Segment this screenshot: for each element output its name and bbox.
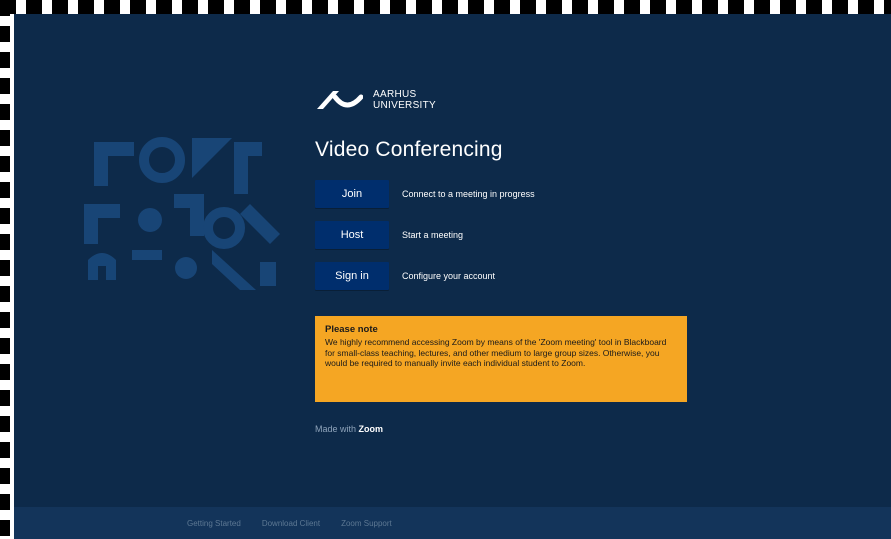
logo-line-2: UNIVERSITY (373, 100, 437, 111)
main-content: AARHUS UNIVERSITY Video Conferencing Joi… (315, 80, 715, 291)
dashed-border-left (0, 0, 10, 539)
action-row-host: Host Start a meeting (315, 220, 715, 250)
action-row-join: Join Connect to a meeting in progress (315, 179, 715, 209)
action-row-sign-in: Sign in Configure your account (315, 261, 715, 291)
join-description: Connect to a meeting in progress (402, 189, 535, 199)
aarhus-logo-icon (317, 91, 363, 109)
sign-in-description: Configure your account (402, 271, 496, 281)
zoom-link[interactable]: Zoom (359, 424, 384, 434)
page-title: Video Conferencing (315, 138, 503, 161)
footer-link-zoom-support[interactable]: Zoom Support (341, 519, 392, 528)
action-list: Join Connect to a meeting in progress Ho… (315, 179, 715, 291)
host-button[interactable]: Host (315, 221, 389, 249)
made-with-prefix: Made with (315, 424, 357, 434)
dashed-border-top (0, 0, 891, 14)
host-description: Start a meeting (402, 230, 464, 240)
made-with-credit: Made with Zoom (315, 424, 383, 434)
sign-in-button[interactable]: Sign in (315, 262, 389, 290)
footer-link-getting-started[interactable]: Getting Started (187, 519, 241, 528)
notice-body: We highly recommend accessing Zoom by me… (325, 337, 667, 368)
logo-wordmark: AARHUS UNIVERSITY (373, 89, 436, 111)
footer-link-download-client[interactable]: Download Client (262, 519, 320, 528)
footer-links: Getting Started Download Client Zoom Sup… (187, 519, 413, 528)
join-button[interactable]: Join (315, 180, 389, 208)
decorative-pattern (84, 137, 280, 290)
notice-title: Please note (325, 324, 378, 335)
page-background: AARHUS UNIVERSITY Video Conferencing Joi… (14, 14, 891, 539)
university-logo: AARHUS UNIVERSITY (315, 80, 715, 120)
logo-line-1: AARHUS (373, 89, 417, 100)
notice-box: Please note We highly recommend accessin… (315, 316, 687, 402)
footer: Getting Started Download Client Zoom Sup… (14, 507, 891, 539)
